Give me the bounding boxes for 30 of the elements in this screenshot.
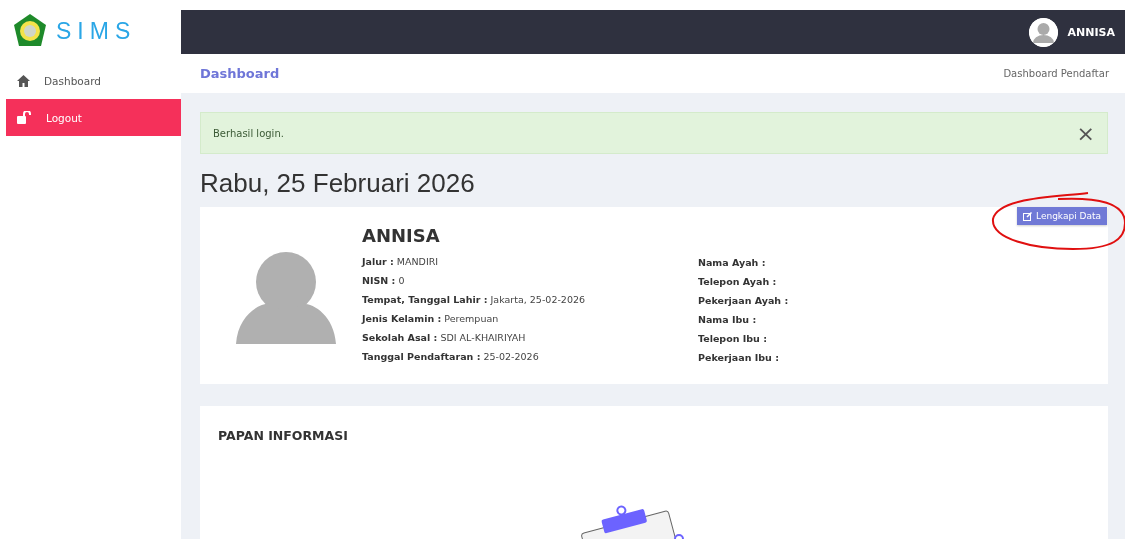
nav-item[interactable]: Dashboard [6,62,181,99]
complete-data-button[interactable]: Lengkapi Data [1017,207,1107,225]
logo-icon [12,13,48,49]
parent-field: Nama Ibu : [698,310,789,329]
profile-field: Sekolah Asal : SDI AL-KHAIRIYAH [362,328,698,347]
unlock-icon [17,111,32,124]
avatar-silhouette-icon [236,252,337,344]
profile-field: Jalur : MANDIRI [362,252,698,271]
profile-field: NISN : 0 [362,271,698,290]
parent-field: Telepon Ibu : [698,329,789,348]
profile-field: Jenis Kelamin : Perempuan [362,309,698,328]
alert-message: Berhasil login. [213,127,284,139]
user-name[interactable]: ANNISA [1067,25,1115,39]
section-title: PAPAN INFORMASI [218,428,349,443]
student-name: ANNISA [362,225,441,246]
page-title: Dashboard [200,66,280,81]
profile-field: Tempat, Tanggal Lahir : Jakarta, 25-02-2026 [362,290,698,309]
breadcrumb: Dashboard Pendaftar [1003,68,1109,79]
parent-field: Telepon Ayah : [698,272,789,291]
parent-field: Pekerjaan Ayah : [698,291,789,310]
parent-field: Pekerjaan Ibu : [698,348,789,367]
avatar-icon[interactable] [1028,17,1058,47]
profile-field: Tanggal Pendaftaran : 25-02-2026 [362,347,698,366]
parent-field: Nama Ayah : [698,253,789,272]
home-icon [17,74,30,87]
date-heading: Rabu, 25 Februari 2026 [200,168,476,199]
brand-name: SIMS [56,17,137,45]
close-button[interactable]: × [1076,120,1095,146]
edit-icon [1023,211,1033,221]
nav-item[interactable]: Logout [6,99,181,136]
